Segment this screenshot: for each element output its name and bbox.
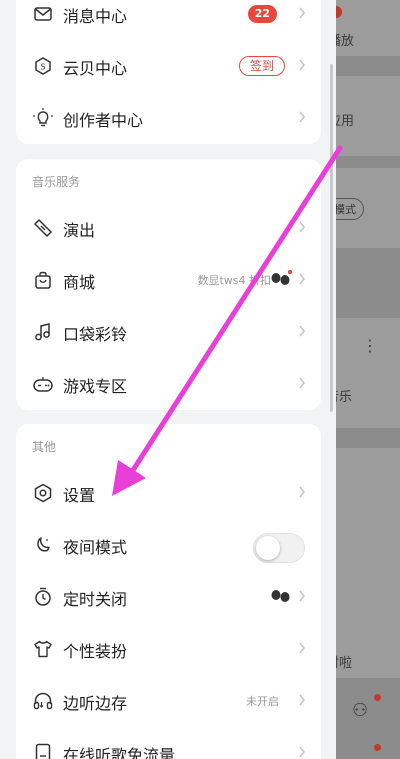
section-title: 音乐服务: [32, 175, 81, 189]
menu-item-label: 设置: [63, 486, 96, 505]
menu-item-label: 个性装扮: [63, 642, 128, 661]
side-drawer: 消息中心 22 S 云贝中心 签到 创作者中心 音乐服务 演出 商城 数显tws…: [0, 0, 336, 759]
background-red-dot: [374, 694, 381, 701]
background-card: [326, 448, 400, 678]
coin-icon: S: [35, 57, 51, 75]
background-red-dot: [374, 744, 381, 751]
top-menu-card: 消息中心 22 S 云贝中心 签到 创作者中心: [16, 0, 321, 144]
music-services-card: 音乐服务 演出 商城 数显tws4 折扣 口袋彩铃 游戏专区: [16, 159, 321, 410]
menu-item-pocket-ringtone[interactable]: 口袋彩铃: [16, 306, 321, 358]
scrollbar[interactable]: [330, 64, 333, 412]
chevron-right-icon: [299, 590, 305, 602]
lightbulb-icon: [33, 108, 53, 127]
chevron-right-icon: [299, 746, 305, 758]
sim-card-icon: [35, 743, 51, 759]
sign-in-badge[interactable]: 签到: [238, 56, 285, 76]
menu-item-label: 边听边存: [63, 694, 128, 713]
menu-item-label: 云贝中心: [63, 59, 128, 78]
chevron-right-icon: [299, 325, 305, 337]
menu-item-settings[interactable]: 设置: [16, 467, 321, 519]
menu-item-label: 游戏专区: [63, 377, 128, 396]
menu-item-messages[interactable]: 消息中心 22: [16, 0, 321, 40]
menu-item-label: 口袋彩铃: [63, 325, 128, 344]
svg-text:S: S: [40, 63, 45, 72]
background-more-icon: ⋮: [362, 336, 378, 355]
menu-item-label: 演出: [63, 221, 96, 240]
chevron-right-icon: [299, 111, 305, 123]
background-card: [326, 318, 400, 428]
menu-item-label: 夜间模式: [63, 538, 128, 557]
moon-icon: [37, 537, 50, 552]
menu-item-label: 在线听歌免流量: [63, 746, 176, 759]
menu-item-sleep-timer[interactable]: 定时关闭: [16, 571, 321, 623]
menu-item-cloud-coins[interactable]: S 云贝中心 签到: [16, 40, 321, 92]
menu-item-creator-center[interactable]: 创作者中心: [16, 92, 321, 144]
menu-item-mall[interactable]: 商城 数显tws4 折扣: [16, 254, 321, 306]
tshirt-icon: [34, 640, 52, 658]
mail-icon: [34, 7, 52, 21]
menu-item-label: 商城: [63, 273, 96, 292]
menu-item-shows[interactable]: 演出: [16, 202, 321, 254]
menu-item-night-mode[interactable]: 夜间模式: [16, 519, 321, 571]
status-note: 未开启: [246, 695, 279, 708]
gamepad-icon: [33, 377, 53, 392]
chevron-right-icon: [299, 273, 305, 285]
chevron-right-icon: [299, 486, 305, 498]
settings-icon: [34, 483, 52, 503]
menu-item-label: 消息中心: [63, 7, 128, 26]
menu-item-listen-and-save[interactable]: 边听边存 未开启: [16, 675, 321, 727]
night-mode-toggle[interactable]: [253, 533, 305, 563]
chevron-right-icon: [299, 221, 305, 233]
menu-item-game-zone[interactable]: 游戏专区: [16, 358, 321, 410]
menu-item-label: 定时关闭: [63, 590, 128, 609]
background-avatar-icon: ⚇: [352, 700, 369, 721]
headphones-icon: [33, 692, 53, 710]
earbuds-icon: [271, 590, 290, 602]
ticket-icon: [34, 219, 52, 237]
shopping-bag-icon: [35, 271, 51, 289]
menu-item-label: 创作者中心: [63, 111, 144, 130]
toggle-knob: [256, 536, 280, 560]
music-note-icon: [35, 323, 50, 341]
other-section-card: 其他 设置 夜间模式 定时关闭 个性装扮 边听边存 未开启 在线听歌免流量: [16, 424, 321, 759]
chevron-right-icon: [299, 377, 305, 389]
chevron-right-icon: [299, 642, 305, 654]
menu-item-theme[interactable]: 个性装扮: [16, 623, 321, 675]
chevron-right-icon: [299, 694, 305, 706]
promo-note: 数显tws4 折扣: [197, 274, 271, 287]
timer-icon: [35, 587, 51, 606]
earbuds-icon: [271, 270, 293, 285]
chevron-right-icon: [299, 7, 305, 19]
chevron-right-icon: [299, 59, 305, 71]
menu-item-free-data-streaming[interactable]: 在线听歌免流量: [16, 727, 321, 759]
section-title: 其他: [32, 440, 57, 454]
unread-count-badge: 22: [247, 5, 277, 23]
